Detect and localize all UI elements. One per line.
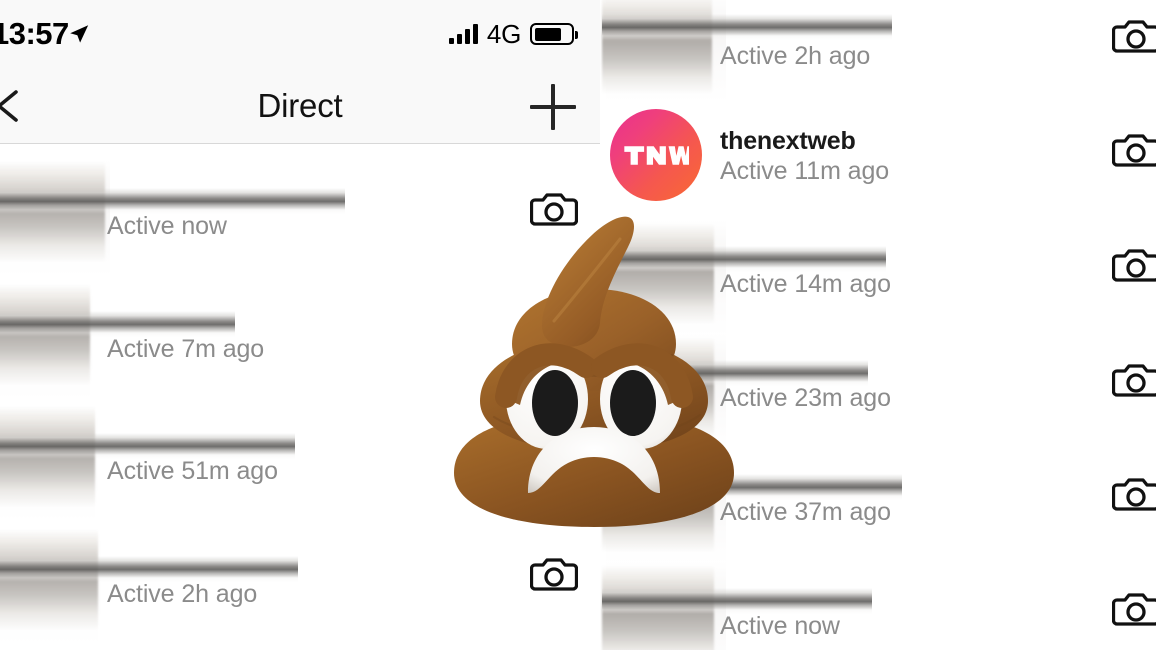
list-item-status: Active 2h ago [107,580,258,608]
list-item[interactable]: Active 2h ago [600,0,1156,102]
instagram-direct-panel-secondary: Active 2h ago thenextweb Active 11m ago [600,0,1156,650]
blurred-avatar [602,338,714,438]
tnw-wordmark-icon [624,145,689,165]
list-item-status: Active 2h ago [720,42,871,70]
cellular-signal-icon [448,24,478,44]
list-item-username: thenextweb [720,127,856,155]
list-item-status: Active now [720,612,840,640]
camera-icon[interactable] [530,553,578,593]
camera-icon[interactable] [1112,129,1156,169]
blurred-username [0,433,295,459]
blurred-username [0,311,235,337]
battery-icon [530,23,578,45]
list-item[interactable]: Active 7m ago [0,283,600,405]
screenshot-root: 13:57 4G Direct Active now Active 7m ago… [0,0,1156,650]
status-bar-time: 13:57 [0,16,69,51]
blurred-username [602,246,886,272]
list-item-thenextweb[interactable]: thenextweb Active 11m ago [600,105,1156,227]
list-item[interactable]: Active 2h ago [0,528,600,650]
blurred-username [602,360,868,386]
list-item[interactable]: Active 51m ago [0,405,600,527]
blurred-username [0,556,298,582]
carrier-label: 4G [486,19,521,49]
camera-icon[interactable] [530,188,578,228]
camera-icon[interactable] [1112,244,1156,284]
list-item-status: Active 51m ago [107,457,278,485]
location-arrow-icon [68,23,90,45]
list-item-status: Active now [107,212,227,240]
status-bar: 13:57 4G [0,14,600,54]
camera-icon[interactable] [1112,359,1156,399]
camera-icon[interactable] [1112,588,1156,628]
blurred-avatar [602,452,714,552]
blurred-username [0,188,345,214]
navigation-bar: Direct [0,70,600,142]
page-title: Direct [257,87,343,124]
blurred-avatar [602,224,714,324]
list-item[interactable]: Active 14m ago [600,220,1156,342]
camera-icon[interactable] [1112,473,1156,513]
list-item-status: Active 37m ago [720,498,891,526]
status-bar-right-group: 4G [448,14,578,54]
list-item[interactable]: Active 37m ago [600,448,1156,570]
list-item-status: Active 23m ago [720,384,891,412]
list-item[interactable]: Active now [0,160,600,282]
list-item[interactable]: Active now [600,562,1156,650]
blurred-username [602,14,892,40]
tnw-logo-avatar[interactable] [610,109,702,201]
instagram-direct-panel: 13:57 4G Direct Active now Active 7m ago… [0,0,600,650]
blurred-username [602,588,872,614]
list-item-status: Active 7m ago [107,335,265,363]
list-item-status: Active 14m ago [720,270,891,298]
blurred-username [602,474,902,500]
camera-icon[interactable] [1112,15,1156,55]
list-item[interactable]: Active 23m ago [600,334,1156,456]
plus-icon[interactable] [530,84,576,130]
list-item-status: Active 11m ago [720,157,890,185]
